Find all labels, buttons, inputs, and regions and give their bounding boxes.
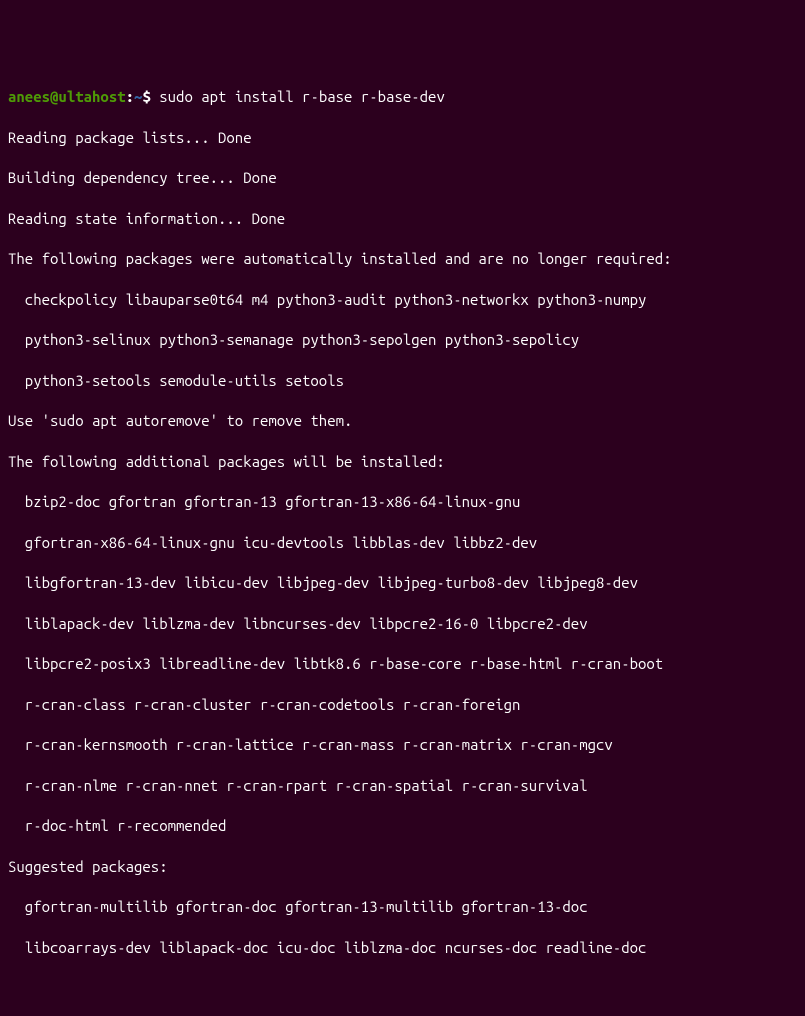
output-line: gfortran-x86-64-linux-gnu icu-devtools l… [8, 533, 797, 553]
output-line: Reading state information... Done [8, 209, 797, 229]
prompt-dollar: $ [142, 88, 159, 105]
prompt-host: ultahost [58, 88, 125, 105]
output-line: The following packages were automaticall… [8, 249, 797, 269]
output-line: libcoarrays-dev liblapack-doc icu-doc li… [8, 938, 797, 958]
output-line: gfortran-multilib gfortran-doc gfortran-… [8, 897, 797, 917]
output-line: bzip2-doc gfortran gfortran-13 gfortran-… [8, 492, 797, 512]
output-line: libgfortran-13-dev libicu-dev libjpeg-de… [8, 573, 797, 593]
output-line: The following additional packages will b… [8, 452, 797, 472]
output-line: checkpolicy libauparse0t64 m4 python3-au… [8, 290, 797, 310]
output-line: Use 'sudo apt autoremove' to remove them… [8, 411, 797, 431]
output-line: r-cran-nlme r-cran-nnet r-cran-rpart r-c… [8, 776, 797, 796]
prompt-colon: : [126, 88, 134, 105]
output-line: Suggested packages: [8, 857, 797, 877]
output-line: Building dependency tree... Done [8, 168, 797, 188]
output-line: liblapack-dev liblzma-dev libncurses-dev… [8, 614, 797, 634]
output-line: Reading package lists... Done [8, 128, 797, 148]
output-line: libpcre2-posix3 libreadline-dev libtk8.6… [8, 654, 797, 674]
output-line: r-doc-html r-recommended [8, 816, 797, 836]
prompt-user: anees [8, 88, 50, 105]
prompt-line[interactable]: anees@ultahost:~$ sudo apt install r-bas… [8, 87, 797, 107]
command-text: sudo apt install r-base r-base-dev [159, 88, 445, 105]
output-line: r-cran-class r-cran-cluster r-cran-codet… [8, 695, 797, 715]
output-line: python3-setools semodule-utils setools [8, 371, 797, 391]
output-line: r-cran-kernsmooth r-cran-lattice r-cran-… [8, 735, 797, 755]
output-line: python3-selinux python3-semanage python3… [8, 330, 797, 350]
